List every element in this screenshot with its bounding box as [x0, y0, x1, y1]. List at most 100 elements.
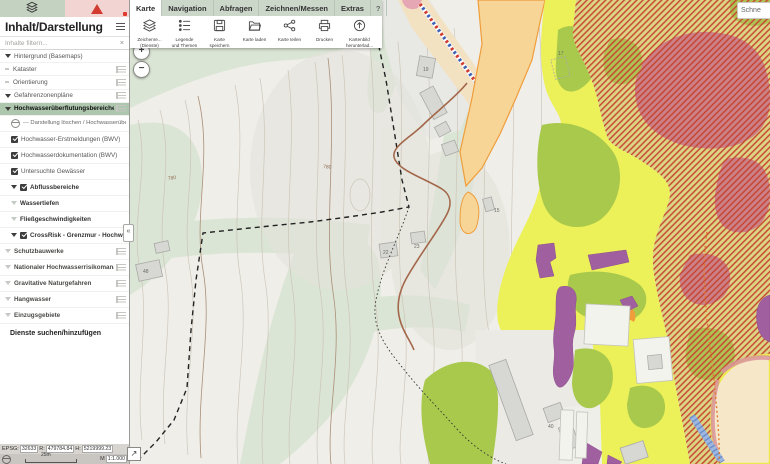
checkbox-checked[interactable] [20, 184, 27, 191]
sidebar: Inhalt/Darstellung Inhalte filtern... × … [0, 0, 130, 464]
h-label: H: [75, 446, 81, 452]
gis-application: 48 22 23 19 15 40 17 780 780 Karte Navig… [0, 0, 770, 464]
scale-bar-row: 25m M 1:1.000 [0, 454, 129, 464]
layer-item-abflussbereiche[interactable]: Abflussbereiche [0, 180, 129, 196]
quick-search-box[interactable]: Schne [737, 2, 770, 19]
layer-item-untersuchte-gewaesser[interactable]: Untersuchte Gewässer [0, 164, 129, 180]
expand-arrow-icon[interactable] [5, 281, 11, 285]
sidebar-header: Inhalt/Darstellung [0, 17, 129, 37]
save-map-button[interactable]: Karte speichern [202, 17, 237, 48]
scale-bar: 25m [25, 456, 77, 463]
checkbox-checked[interactable] [11, 136, 18, 143]
load-map-button[interactable]: Karte laden [237, 17, 272, 48]
layer-item-kataster[interactable]: Kataster [0, 63, 129, 76]
legend-list-icon[interactable] [116, 248, 126, 255]
svg-text:780: 780 [167, 175, 176, 182]
checkbox-checked[interactable] [11, 152, 18, 159]
filter-clear-icon[interactable]: × [120, 40, 124, 47]
detach-button[interactable]: ↗ [127, 447, 141, 461]
h-coordinate-input[interactable]: 5219999.23 [82, 445, 113, 453]
layer-item-hintergrund[interactable]: Hintergrund (Basemaps) [0, 50, 129, 63]
layer-item-hochwasserueberflutungsbereiche[interactable]: Hochwasserüberflutungsbereiche [0, 103, 129, 116]
layer-tree: Hintergrund (Basemaps) Kataster Orientie… [0, 50, 129, 344]
legend-list-icon[interactable] [116, 280, 126, 287]
sidebar-tab-alerts[interactable] [65, 0, 130, 17]
legend-list-icon[interactable] [116, 296, 126, 303]
collapse-arrow-icon[interactable] [5, 54, 11, 58]
legend-list-icon[interactable] [116, 105, 126, 112]
globe-icon[interactable] [2, 455, 11, 464]
svg-text:22: 22 [383, 250, 389, 256]
checkbox-checked[interactable] [11, 168, 18, 175]
sidebar-tab-content[interactable] [0, 0, 65, 17]
add-services-link[interactable]: Dienste suchen/hinzufügen [0, 324, 129, 344]
tab-abfragen[interactable]: Abfragen [214, 0, 260, 16]
layer-item-gefahrenzonenplaene[interactable]: Gefahrenzonenpläne [0, 90, 129, 103]
expand-arrow-icon[interactable] [5, 297, 11, 301]
coordinate-bar: EPSG: 32633 R: 479784.84 H: 5219999.23 [0, 444, 129, 454]
collapse-arrow-icon[interactable] [5, 107, 11, 111]
layer-item-wassertiefen[interactable]: Wassertiefen [0, 196, 129, 212]
warning-icon [91, 4, 103, 14]
epsg-input[interactable]: 32633 [20, 445, 38, 453]
layer-item-erstmeldungen[interactable]: Hochwasser-Erstmeldungen (BWV) [0, 132, 129, 148]
svg-text:48: 48 [143, 269, 149, 275]
legend-list-icon[interactable] [116, 92, 126, 99]
layer-item-hangwasser[interactable]: Hangwasser [0, 292, 129, 308]
layer-item-schutzbauwerke[interactable]: Schutzbauwerke [0, 244, 129, 260]
svg-text:19: 19 [423, 67, 429, 73]
panel-menu-icon[interactable] [116, 23, 125, 30]
tab-help[interactable]: ? [371, 0, 387, 16]
download-map-image-button[interactable]: Kartenbild herunterlad... [342, 17, 377, 48]
toolbar: Zeichenre... (Dienste) Legende und Theme… [130, 16, 382, 48]
layers-icon [26, 0, 38, 18]
expand-arrow-icon[interactable] [5, 313, 11, 317]
sidebar-collapse-handle[interactable]: « [123, 224, 134, 242]
print-button[interactable]: Drucken [307, 17, 342, 48]
legend-list-icon[interactable] [116, 264, 126, 271]
collapse-arrow-icon[interactable] [11, 185, 17, 189]
checkbox-checked[interactable] [20, 232, 27, 239]
scale-input[interactable]: 1:1.000 [106, 455, 127, 463]
expand-arrow-icon[interactable] [5, 249, 11, 253]
tab-karte[interactable]: Karte [130, 0, 162, 16]
layer-item-gravitative-naturgefahren[interactable]: Gravitative Naturgefahren [0, 276, 129, 292]
collapse-arrow-icon[interactable] [11, 233, 17, 237]
zoom-out-button[interactable]: − [133, 61, 150, 78]
expand-arrow-icon[interactable] [11, 217, 17, 221]
layer-item-dokumentation[interactable]: Hochwasserdokumentation (BWV) [0, 148, 129, 164]
sidebar-tabs [0, 0, 129, 17]
legend-button[interactable]: Legende und Themen [167, 17, 202, 48]
panel-title: Inhalt/Darstellung [5, 20, 103, 34]
draw-order-button[interactable]: Zeichenre... (Dienste) [132, 17, 167, 48]
draw-order-icon [143, 19, 156, 37]
layer-item-einzugsgebiete[interactable]: Einzugsgebiete [0, 308, 129, 324]
layer-item-crossrisk[interactable]: CrossRisk - Grenzmur - Hochwass... [0, 228, 129, 244]
layer-item-fliessgeschwindigkeiten[interactable]: Fließgeschwindigkeiten [0, 212, 129, 228]
expand-arrow-icon[interactable] [5, 265, 11, 269]
collapse-arrow-icon[interactable] [5, 94, 11, 98]
share-map-button[interactable]: Karte teilen [272, 17, 307, 48]
save-icon [213, 19, 226, 37]
filter-input[interactable]: Inhalte filtern... × [0, 37, 129, 50]
alert-badge [123, 12, 127, 16]
legend-icon [178, 19, 191, 37]
map-menu-panel: Karte Navigation Abfragen Zeichnen/Messe… [130, 0, 382, 48]
map-canvas[interactable]: 48 22 23 19 15 40 17 780 780 [130, 0, 770, 464]
tab-zeichnen-messen[interactable]: Zeichnen/Messen [259, 0, 335, 16]
legend-list-icon[interactable] [116, 66, 126, 73]
layer-item-nationaler-hochwasserrisiko[interactable]: Nationaler Hochwasserrisikomana... [0, 260, 129, 276]
statusbar: EPSG: 32633 R: 479784.84 H: 5219999.23 2… [0, 444, 129, 464]
expand-arrow-icon[interactable] [11, 201, 17, 205]
building-inner [647, 354, 662, 369]
legend-list-icon[interactable] [116, 312, 126, 319]
svg-text:17: 17 [558, 51, 564, 57]
scale-prefix: M [100, 456, 105, 462]
svg-text:40: 40 [548, 424, 554, 430]
map-viewport[interactable]: 48 22 23 19 15 40 17 780 780 Karte Navig… [130, 0, 770, 464]
tab-navigation[interactable]: Navigation [162, 0, 213, 16]
tab-extras[interactable]: Extras [335, 0, 371, 16]
layer-item-orientierung[interactable]: Orientierung [0, 76, 129, 89]
legend-list-icon[interactable] [116, 79, 126, 86]
layer-item-darstellung-loeschen[interactable]: --- Darstellung löschen / Hochwasserübe.… [0, 116, 129, 132]
